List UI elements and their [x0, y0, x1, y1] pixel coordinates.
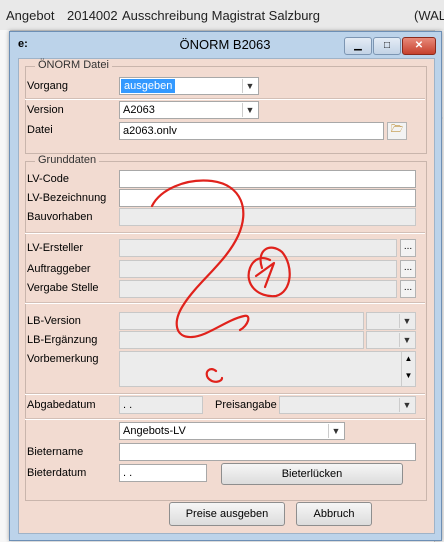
angebots-lv-select[interactable]: Angebots-LV ▼	[119, 422, 345, 440]
angebots-lv-value: Angebots-LV	[123, 425, 186, 437]
abbruch-button[interactable]: Abbruch	[296, 502, 372, 526]
lv-code-label: LV-Code	[27, 173, 69, 185]
auftraggeber-browse-button[interactable]: ...	[400, 260, 416, 278]
lv-ersteller-browse-button[interactable]: ...	[400, 239, 416, 257]
background-title-project: Ausschreibung Magistrat Salzburg	[122, 8, 320, 23]
divider	[25, 393, 425, 395]
lb-ergaenzung-label: LB-Ergänzung	[27, 334, 98, 346]
close-button[interactable]: ✕	[402, 37, 436, 55]
grunddaten-legend: Grunddaten	[35, 154, 100, 166]
background-title-suffix: (WAL	[414, 8, 444, 23]
vorbemerkung-scrollbar[interactable]: ▲ ▼	[401, 352, 415, 386]
lv-bezeichnung-input[interactable]	[119, 189, 416, 207]
preisangabe-select[interactable]: ▼	[279, 396, 416, 414]
dialog-app-label: e:	[18, 38, 28, 50]
chevron-down-icon[interactable]: ▼	[328, 424, 343, 438]
abgabedatum-label: Abgabedatum	[27, 399, 96, 411]
divider	[25, 232, 425, 234]
bieterdatum-label: Bieterdatum	[27, 467, 87, 479]
chevron-down-icon[interactable]: ▼	[242, 103, 257, 117]
version-label: Version	[27, 104, 64, 116]
close-icon: ✕	[414, 40, 424, 51]
dialog-title: ÖNORM B2063	[179, 37, 271, 52]
lb-ergaenzung-select[interactable]: ▼	[366, 331, 416, 349]
bietername-input[interactable]	[119, 443, 416, 461]
chevron-down-icon[interactable]: ▼	[399, 333, 414, 347]
vorgang-value: ausgeben	[121, 79, 176, 93]
version-select[interactable]: A2063 ▼	[119, 101, 259, 119]
vergabe-stelle-browse-button[interactable]: ...	[400, 280, 416, 298]
background-title-bar: Angebot 2014002 Ausschreibung Magistrat …	[0, 0, 444, 31]
onorm-datei-legend: ÖNORM Datei	[35, 59, 112, 71]
lv-ersteller-label: LV-Ersteller	[27, 242, 84, 254]
lv-bezeichnung-label: LV-Bezeichnung	[27, 192, 107, 204]
lb-ergaenzung-input[interactable]	[119, 331, 364, 349]
lb-version-select[interactable]: ▼	[366, 312, 416, 330]
dialog-content: ÖNORM Datei Vorgang ausgeben ▼ Version A…	[18, 58, 435, 534]
dialog-title-bar[interactable]: e: ÖNORM B2063 ▁ □ ✕	[10, 32, 441, 58]
datei-label: Datei	[27, 124, 53, 136]
minimize-button[interactable]: ▁	[344, 37, 372, 55]
background-title-doc-type: Angebot	[6, 8, 55, 23]
bieterluecken-button[interactable]: Bieterlücken	[221, 463, 403, 485]
lb-version-input[interactable]	[119, 312, 364, 330]
vorbemerkung-textarea[interactable]	[119, 351, 416, 387]
minimize-icon: ▁	[354, 40, 362, 51]
bieterdatum-input[interactable]: . .	[119, 464, 207, 482]
auftraggeber-label: Auftraggeber	[27, 263, 91, 275]
lv-ersteller-input[interactable]	[119, 239, 397, 257]
folder-open-icon: 🗁	[390, 124, 404, 135]
background-title-number: 2014002	[67, 8, 118, 23]
lb-version-label: LB-Version	[27, 315, 81, 327]
maximize-button[interactable]: □	[373, 37, 401, 55]
vorgang-label: Vorgang	[27, 80, 68, 92]
vergabe-stelle-label: Vergabe Stelle	[27, 282, 99, 294]
scroll-down-icon[interactable]: ▼	[402, 371, 415, 380]
chevron-down-icon[interactable]: ▼	[399, 314, 414, 328]
bauvorhaben-label: Bauvorhaben	[27, 211, 93, 223]
bauvorhaben-input[interactable]	[119, 208, 416, 226]
datei-input[interactable]: a2063.onlv	[119, 122, 384, 140]
version-value: A2063	[123, 104, 155, 116]
abgabedatum-input[interactable]: . .	[119, 396, 203, 414]
divider	[25, 98, 425, 100]
scroll-up-icon[interactable]: ▲	[402, 354, 415, 363]
divider	[25, 302, 425, 304]
chevron-down-icon[interactable]: ▼	[242, 79, 257, 93]
chevron-down-icon[interactable]: ▼	[399, 398, 414, 412]
maximize-icon: □	[383, 40, 391, 51]
bietername-label: Bietername	[27, 446, 84, 458]
open-file-button[interactable]: 🗁	[387, 122, 407, 140]
onorm-dialog: e: ÖNORM B2063 ▁ □ ✕ ÖNORM Datei Vorgang…	[9, 31, 442, 541]
preisangabe-label: Preisangabe	[215, 399, 277, 411]
vorgang-select[interactable]: ausgeben ▼	[119, 77, 259, 95]
divider	[25, 418, 425, 420]
preise-ausgeben-button[interactable]: Preise ausgeben	[169, 502, 285, 526]
vorbemerkung-label: Vorbemerkung	[27, 353, 99, 365]
lv-code-input[interactable]	[119, 170, 416, 188]
vergabe-stelle-input[interactable]	[119, 280, 397, 298]
auftraggeber-input[interactable]	[119, 260, 397, 278]
